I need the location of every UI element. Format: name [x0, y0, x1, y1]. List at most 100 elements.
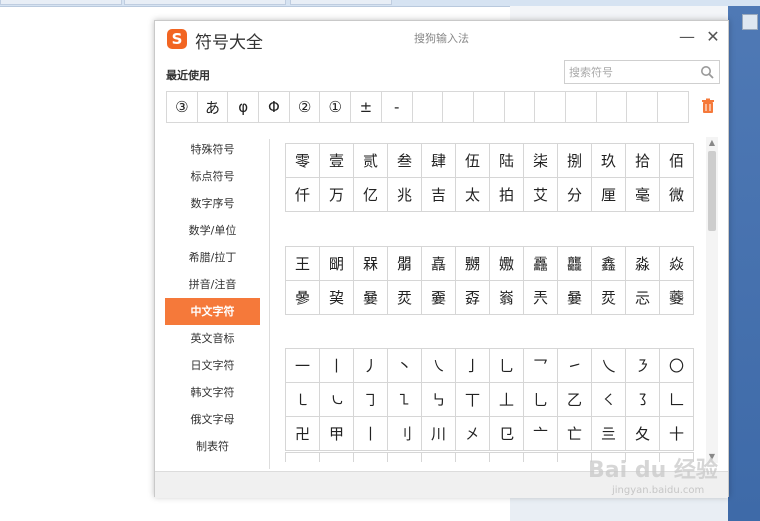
symbol-cell[interactable]: 焱 — [660, 247, 694, 281]
recent-symbol[interactable] — [627, 92, 658, 122]
symbol-cell[interactable]: 万 — [320, 178, 354, 212]
symbol-cell[interactable]: ㇅ — [388, 383, 422, 417]
symbol-cell[interactable]: 嘦 — [354, 281, 388, 315]
symbol-cell[interactable]: 㔾 — [490, 417, 524, 451]
sidebar-category-item[interactable]: 拼音/注音 — [165, 271, 260, 298]
symbol-cell[interactable] — [558, 453, 592, 462]
title-bar[interactable]: S 符号大全 搜狗输入法 — ✕ — [155, 21, 728, 57]
scroll-thumb[interactable] — [708, 151, 716, 231]
recent-symbol[interactable]: ± — [351, 92, 382, 122]
symbol-cell[interactable]: 壹 — [320, 144, 354, 178]
recent-symbol[interactable]: - — [382, 92, 413, 122]
symbol-cell[interactable]: 微 — [660, 178, 694, 212]
recent-symbol[interactable] — [443, 92, 474, 122]
symbol-cell[interactable]: 孬 — [456, 281, 490, 315]
symbol-cell[interactable]: 朤 — [388, 247, 422, 281]
symbol-cell[interactable]: 亖 — [592, 417, 626, 451]
symbol-cell[interactable]: 〇 — [660, 349, 694, 383]
recent-symbol[interactable]: φ — [228, 92, 260, 122]
symbol-cell[interactable]: 嵡 — [490, 281, 524, 315]
symbol-cell[interactable]: 零 — [286, 144, 320, 178]
symbol-cell[interactable]: 丨 — [320, 349, 354, 383]
symbol-cell[interactable]: 𠃊 — [660, 383, 694, 417]
symbol-cell[interactable]: 伍 — [456, 144, 490, 178]
symbol-cell[interactable]: 太 — [456, 178, 490, 212]
sidebar-category-item[interactable]: 俄文字母 — [165, 406, 260, 433]
sidebar-category-item[interactable]: 数字序号 — [165, 190, 260, 217]
symbol-cell[interactable]: 拍 — [490, 178, 524, 212]
symbol-cell[interactable]: 鑫 — [592, 247, 626, 281]
symbol-cell[interactable]: 十 — [660, 417, 694, 451]
symbol-cell[interactable]: 毫 — [626, 178, 660, 212]
symbol-cell[interactable]: 亿 — [354, 178, 388, 212]
sidebar-category-item[interactable]: 中文字符 — [165, 298, 260, 325]
symbol-cell[interactable]: 丶 — [388, 349, 422, 383]
symbol-cell[interactable]: 乚 — [490, 349, 524, 383]
symbol-cell[interactable]: ㇆ — [354, 383, 388, 417]
recent-symbol[interactable] — [566, 92, 597, 122]
symbol-cell[interactable]: 贰 — [354, 144, 388, 178]
recent-symbol[interactable] — [505, 92, 536, 122]
recent-symbol[interactable]: ② — [290, 92, 321, 122]
sidebar-category-item[interactable]: 标点符号 — [165, 163, 260, 190]
symbol-cell[interactable]: 吉 — [422, 178, 456, 212]
symbol-cell[interactable] — [354, 453, 388, 462]
sidebar-category-item[interactable]: 日文字符 — [165, 352, 260, 379]
sidebar-category-item[interactable]: 希腊/拉丁 — [165, 244, 260, 271]
symbol-cell[interactable]: ㇄ — [286, 383, 320, 417]
symbol-cell[interactable]: 丿 — [354, 349, 388, 383]
symbol-cell[interactable]: ㇋ — [626, 349, 660, 383]
symbol-cell[interactable]: 嬲 — [456, 247, 490, 281]
symbol-cell[interactable] — [388, 453, 422, 462]
symbol-cell[interactable]: 忈 — [626, 281, 660, 315]
symbol-cell[interactable] — [456, 453, 490, 462]
symbol-cell[interactable]: 丄 — [490, 383, 524, 417]
symbol-cell[interactable] — [490, 453, 524, 462]
symbol-cell[interactable]: 烎 — [388, 281, 422, 315]
symbol-cell[interactable]: 嚞 — [422, 247, 456, 281]
symbol-cell[interactable]: 曑 — [286, 281, 320, 315]
symbol-cell[interactable]: 龘 — [558, 247, 592, 281]
sidebar-category-item[interactable]: 特殊符号 — [165, 136, 260, 163]
symbol-cell[interactable]: 兲 — [524, 281, 558, 315]
symbol-cell[interactable]: 巭 — [320, 281, 354, 315]
symbol-cell[interactable] — [320, 453, 354, 462]
symbol-cell[interactable]: 丨 — [354, 417, 388, 451]
symbol-cell[interactable] — [422, 453, 456, 462]
search-box[interactable] — [564, 60, 720, 84]
symbol-cell[interactable]: 朙 — [320, 247, 354, 281]
symbol-cell[interactable]: 王 — [286, 247, 320, 281]
symbol-cell[interactable]: 乚 — [524, 383, 558, 417]
symbol-cell[interactable]: 亠 — [524, 417, 558, 451]
symbol-cell[interactable]: ㇉ — [422, 383, 456, 417]
symbol-cell[interactable]: 嫐 — [490, 247, 524, 281]
symbol-cell[interactable]: 厘 — [592, 178, 626, 212]
symbol-cell[interactable]: 艾 — [524, 178, 558, 212]
symbol-cell[interactable]: ㇛ — [592, 383, 626, 417]
symbol-cell[interactable]: 佰 — [660, 144, 694, 178]
symbol-cell[interactable]: ㇀ — [558, 349, 592, 383]
symbol-cell[interactable]: 柒 — [524, 144, 558, 178]
symbol-cell[interactable]: 叁 — [388, 144, 422, 178]
minimize-button[interactable]: — — [677, 27, 697, 47]
sidebar-category-item[interactable]: 制表符 — [165, 433, 260, 460]
sidebar-category-item[interactable]: 英文音标 — [165, 325, 260, 352]
symbol-cell[interactable]: 夂 — [626, 417, 660, 451]
symbol-cell[interactable]: 捌 — [558, 144, 592, 178]
scrollbar[interactable]: ▲ ▼ — [706, 137, 718, 463]
symbol-cell[interactable]: 丅 — [456, 383, 490, 417]
recent-symbol[interactable]: あ — [198, 92, 229, 122]
symbol-cell[interactable]: 卍 — [286, 417, 320, 451]
symbol-cell[interactable]: 靐 — [524, 247, 558, 281]
symbol-cell[interactable]: 乙 — [558, 383, 592, 417]
symbol-cell[interactable]: 一 — [286, 349, 320, 383]
symbol-cell[interactable]: 㐅 — [456, 417, 490, 451]
symbol-cell[interactable]: 兆 — [388, 178, 422, 212]
trash-icon[interactable] — [701, 98, 715, 114]
symbol-cell[interactable]: 亡 — [558, 417, 592, 451]
symbol-cell[interactable]: 亅 — [456, 349, 490, 383]
sidebar-category-item[interactable]: 韩文字符 — [165, 379, 260, 406]
symbol-cell[interactable] — [286, 453, 320, 462]
symbol-cell[interactable]: 乛 — [524, 349, 558, 383]
symbol-cell[interactable]: 虁 — [660, 281, 694, 315]
